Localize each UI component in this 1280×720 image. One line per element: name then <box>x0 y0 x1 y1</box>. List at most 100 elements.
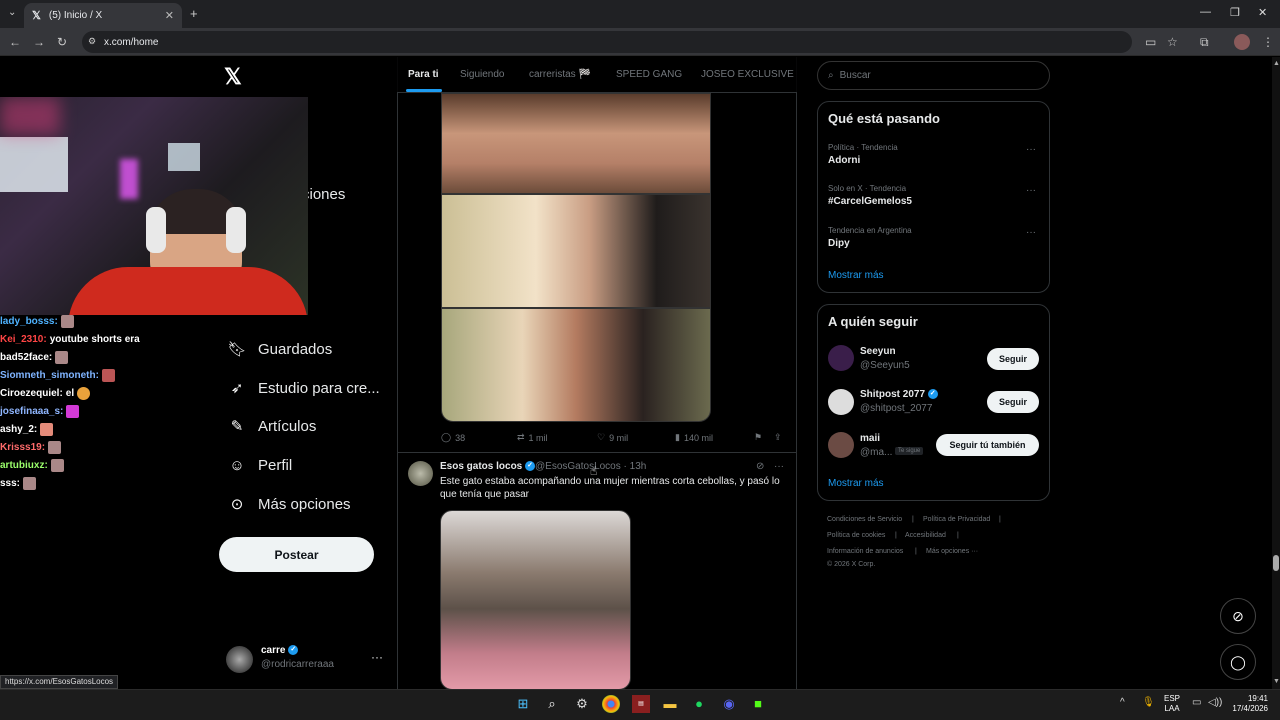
verified-badge-icon: ✓ <box>525 461 536 472</box>
avatar[interactable] <box>828 345 854 371</box>
avatar[interactable] <box>408 461 433 486</box>
tweet-time[interactable]: 13h <box>630 461 647 472</box>
maximize-icon[interactable]: ❐ <box>1230 6 1240 19</box>
sidebar-item-estudio[interactable]: ➶ Estudio para cre... <box>226 371 380 405</box>
follow-handle[interactable]: @ma... <box>860 447 892 458</box>
volume-icon[interactable]: ◁)) <box>1208 697 1222 708</box>
tweet-author-handle[interactable]: @EsosGatosLocos <box>535 461 621 472</box>
share-button[interactable]: ⇪ <box>774 432 782 443</box>
forward-icon[interactable]: → <box>33 35 45 49</box>
footer-link[interactable]: Más opciones ··· <box>926 548 978 555</box>
like-button[interactable]: ♡ 9 mil <box>597 432 628 443</box>
account-more-icon[interactable]: ··· <box>371 650 383 664</box>
follow-button[interactable]: Seguir <box>987 391 1039 413</box>
avatar[interactable] <box>828 432 854 458</box>
stream-chat: lady_bosss: Kei_2310: youtube shorts era … <box>0 312 170 492</box>
spotify-icon[interactable]: ● <box>690 695 708 713</box>
app-icon[interactable]: ▤ <box>632 695 650 713</box>
chrome-icon[interactable] <box>602 695 620 713</box>
discord-icon[interactable]: ◉ <box>720 695 738 713</box>
follow-button[interactable]: Seguir <box>987 348 1039 370</box>
footer-link[interactable]: Información de anuncios <box>827 548 903 555</box>
bookmark-button[interactable]: ⚑ <box>754 432 762 443</box>
close-tab-icon[interactable]: ✕ <box>165 9 174 22</box>
minimize-icon[interactable]: — <box>1200 6 1211 18</box>
account-switcher[interactable]: carre ✓ @rodricarreraaa ··· <box>226 644 386 674</box>
chat-user: Kei_2310: <box>0 333 47 345</box>
tab-list-icon[interactable]: ⌄ <box>8 7 16 18</box>
site-info-icon[interactable]: ⚙ <box>88 36 96 47</box>
tab-para-ti[interactable]: Para ti <box>408 69 439 80</box>
cast-icon[interactable]: ▭ <box>1145 35 1156 49</box>
browser-menu-icon[interactable]: ⋮ <box>1262 35 1274 49</box>
tweet-image[interactable] <box>441 93 711 194</box>
reload-icon[interactable]: ↻ <box>57 35 67 49</box>
bookmark-star-icon[interactable]: ☆ <box>1167 35 1178 49</box>
follow-name[interactable]: Seeyun <box>860 346 896 357</box>
tweet-more-icon[interactable]: ··· <box>774 461 784 472</box>
tray-overflow-icon[interactable]: ^ <box>1120 697 1125 708</box>
footer-link[interactable]: Política de Privacidad <box>923 516 990 523</box>
tab-carreristas[interactable]: carreristas 🏁 <box>529 69 591 80</box>
start-icon[interactable]: ⊞ <box>514 695 532 713</box>
show-more-trends-link[interactable]: Mostrar más <box>828 270 884 281</box>
sidebar-item-perfil[interactable]: ☺ Perfil <box>226 448 292 482</box>
follow-name-row[interactable]: Shitpost 2077 ✓ <box>860 389 938 400</box>
microphone-icon[interactable]: 🎙︎ <box>1142 697 1155 708</box>
post-button[interactable]: Postear <box>219 537 374 572</box>
tweet-image[interactable] <box>441 194 711 308</box>
trend-name[interactable]: #CarcelGemelos5 <box>828 196 912 207</box>
tweet-image[interactable] <box>440 510 631 690</box>
close-window-icon[interactable]: ✕ <box>1258 6 1267 19</box>
x-logo-icon[interactable]: 𝕏 <box>224 64 242 90</box>
footer-link[interactable]: Accesibilidad <box>905 532 946 539</box>
kick-icon[interactable]: ■ <box>749 695 767 713</box>
follow-name[interactable]: Shitpost 2077 <box>860 389 925 400</box>
avatar[interactable] <box>828 389 854 415</box>
tab-speed-gang[interactable]: SPEED GANG <box>616 69 682 80</box>
scroll-down-icon[interactable]: ▼ <box>1273 678 1280 685</box>
messages-fab-icon[interactable]: ◯ <box>1220 644 1256 680</box>
show-more-follow-link[interactable]: Mostrar más <box>828 478 884 489</box>
address-bar[interactable]: x.com/home <box>82 31 1132 53</box>
footer-link[interactable]: Condiciones de Servicio <box>827 516 902 523</box>
follow-back-button[interactable]: Seguir tú también <box>936 434 1039 456</box>
grok-fab-icon[interactable]: ⊘ <box>1220 598 1256 634</box>
extensions-icon[interactable]: ⧉ <box>1200 35 1209 50</box>
new-tab-icon[interactable]: + <box>190 6 198 21</box>
tab-joseo-exclusive[interactable]: JOSEO EXCLUSIVE C <box>701 69 796 80</box>
browser-tab[interactable]: 𝕏 (5) Inicio / X ✕ <box>24 3 182 28</box>
trend-more-icon[interactable]: ··· <box>1026 144 1036 155</box>
footer-link[interactable]: Política de cookies <box>827 532 885 539</box>
scroll-up-icon[interactable]: ▲ <box>1273 60 1280 67</box>
trend-more-icon[interactable]: ··· <box>1026 185 1036 196</box>
follow-handle[interactable]: @shitpost_2077 <box>860 403 932 414</box>
clock[interactable]: 19:41 17/4/2026 <box>1228 694 1268 714</box>
profile-avatar-icon[interactable] <box>1234 34 1250 50</box>
app-icon[interactable]: ⚙ <box>573 695 591 713</box>
page-scrollbar[interactable] <box>1272 57 1280 689</box>
follow-handle[interactable]: @Seeyun5 <box>860 360 910 371</box>
language-indicator[interactable]: ESP LAA <box>1164 694 1180 714</box>
trend-name[interactable]: Adorni <box>828 155 860 166</box>
sidebar-item-articulos[interactable]: ✎ Artículos <box>226 409 317 443</box>
tweet-author-name[interactable]: Esos gatos locos <box>440 461 522 472</box>
tweet-image[interactable] <box>441 308 711 422</box>
tab-siguiendo[interactable]: Siguiendo <box>460 69 504 80</box>
sidebar-item-mas-opciones[interactable]: ⊙ Más opciones <box>226 487 351 521</box>
search-input[interactable]: ⌕ Buscar <box>817 61 1050 90</box>
tweet-author-row[interactable]: Esos gatos locos ✓ <box>440 461 536 472</box>
file-explorer-icon[interactable]: ▬ <box>661 695 679 713</box>
grok-icon[interactable]: ⊘ <box>756 461 764 472</box>
search-taskbar-icon[interactable]: ⌕ <box>543 695 561 713</box>
back-icon[interactable]: ← <box>9 35 21 49</box>
reply-button[interactable]: ◯ 38 <box>441 432 465 443</box>
network-icon[interactable]: ▭ <box>1192 697 1201 708</box>
repost-button[interactable]: ⇄ 1 mil <box>517 432 548 443</box>
trend-name[interactable]: Dipy <box>828 238 850 249</box>
follow-name[interactable]: maii <box>860 433 880 444</box>
views-button[interactable]: ▮ 140 mil <box>675 432 713 443</box>
sidebar-item-guardados[interactable]: 🔖︎ Guardados <box>226 332 332 366</box>
scrollbar-thumb[interactable] <box>1273 555 1279 571</box>
trend-more-icon[interactable]: ··· <box>1026 227 1036 238</box>
